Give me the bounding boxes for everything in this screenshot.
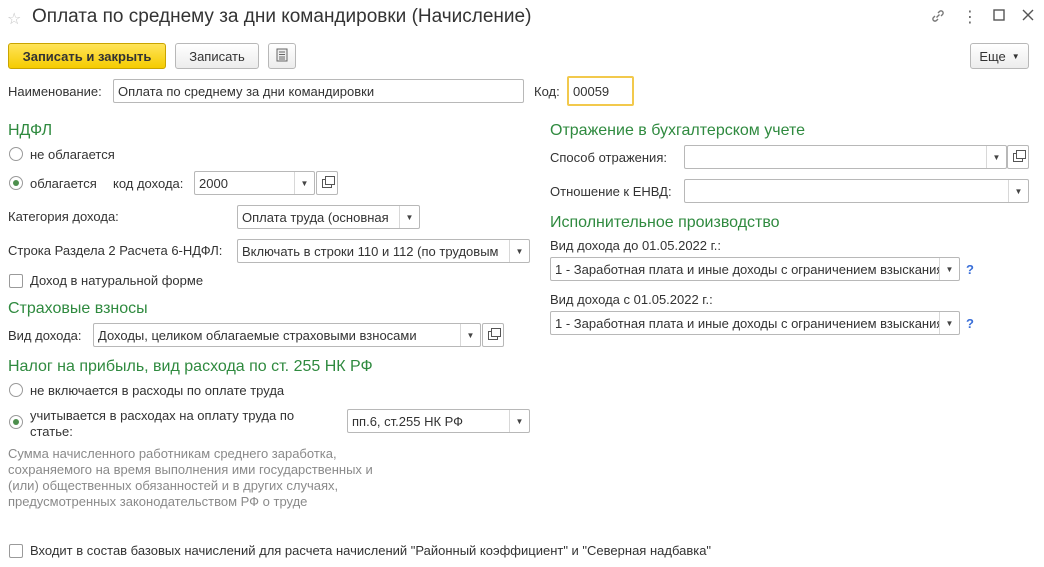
chevron-down-icon[interactable]: ▼ — [509, 240, 529, 262]
ndfl-section-title: НДФЛ — [8, 122, 53, 139]
envd-select[interactable]: ▼ — [684, 179, 1029, 203]
income-code-open-button[interactable] — [316, 171, 338, 195]
chevron-down-icon: ▼ — [1011, 51, 1020, 61]
ndfl-not-taxed-label[interactable]: не облагается — [30, 147, 115, 162]
more-button[interactable]: Еще ▼ — [970, 43, 1029, 69]
income-before-value: 1 - Заработная плата и иные доходы с огр… — [555, 261, 939, 277]
report-row-label: Строка Раздела 2 Расчета 6-НДФЛ: — [8, 243, 223, 258]
not-included-label[interactable]: не включается в расходы по оплате труда — [30, 383, 284, 398]
code-value: 00059 — [573, 83, 610, 99]
insurance-income-type-select[interactable]: Доходы, целиком облагаемые страховыми вз… — [93, 323, 481, 347]
chevron-down-icon[interactable]: ▼ — [986, 146, 1006, 168]
document-list-icon — [276, 48, 288, 65]
included-radio[interactable] — [9, 415, 23, 429]
ndfl-taxed-radio[interactable] — [9, 176, 23, 190]
page-title: Оплата по среднему за дни командировки (… — [32, 6, 532, 27]
natural-income-checkbox[interactable] — [9, 274, 23, 288]
article-description-line: сохраняемого на время выполнения ими гос… — [8, 462, 373, 477]
name-input[interactable]: Оплата по среднему за дни командировки — [113, 79, 524, 103]
ndfl-taxed-label[interactable]: облагается — [30, 176, 97, 191]
name-value: Оплата по среднему за дни командировки — [118, 83, 375, 99]
chevron-down-icon[interactable]: ▼ — [509, 410, 529, 432]
income-category-value: Оплата труда (основная — [242, 209, 389, 225]
chevron-down-icon[interactable]: ▼ — [1008, 180, 1028, 202]
accounting-method-open-button[interactable] — [1007, 145, 1029, 169]
save-and-close-label: Записать и закрыть — [22, 48, 152, 64]
income-code-select[interactable]: 2000 ▼ — [194, 171, 315, 195]
star-icon[interactable]: ☆ — [7, 9, 21, 29]
chevron-down-icon[interactable]: ▼ — [939, 258, 959, 280]
code-label: Код: — [534, 84, 560, 99]
envd-label: Отношение к ЕНВД: — [550, 184, 672, 199]
income-after-label: Вид дохода с 01.05.2022 г.: — [550, 292, 713, 307]
chevron-down-icon[interactable]: ▼ — [399, 206, 419, 228]
accounting-method-select[interactable]: ▼ — [684, 145, 1007, 169]
income-before-label: Вид дохода до 01.05.2022 г.: — [550, 238, 722, 253]
ndfl-not-taxed-radio[interactable] — [9, 147, 23, 161]
report-row-select[interactable]: Включать в строки 110 и 112 (по трудовым… — [237, 239, 530, 263]
base-accrual-checkbox[interactable] — [9, 544, 23, 558]
base-accrual-label[interactable]: Входит в состав базовых начислений для р… — [30, 543, 711, 558]
income-code-label: код дохода: — [113, 176, 184, 191]
income-category-label: Категория дохода: — [8, 209, 119, 224]
save-label: Записать — [189, 48, 245, 64]
chevron-down-icon[interactable]: ▼ — [939, 312, 959, 334]
accounting-section-title: Отражение в бухгалтерском учете — [550, 122, 805, 139]
income-after-select[interactable]: 1 - Заработная плата и иные доходы с огр… — [550, 311, 960, 335]
income-after-value: 1 - Заработная плата и иные доходы с огр… — [555, 315, 939, 331]
article-select[interactable]: пп.6, ст.255 НК РФ ▼ — [347, 409, 530, 433]
more-label: Еще — [979, 48, 1006, 64]
income-category-select[interactable]: Оплата труда (основная ▼ — [237, 205, 420, 229]
enforcement-section-title: Исполнительное производство — [550, 214, 780, 231]
not-included-radio[interactable] — [9, 383, 23, 397]
article-description-line: предусмотренных законодательством РФ о т… — [8, 494, 308, 509]
report-row-value: Включать в строки 110 и 112 (по трудовым — [242, 243, 499, 259]
open-icon — [322, 175, 335, 188]
insurance-open-button[interactable] — [482, 323, 504, 347]
link-icon[interactable] — [928, 8, 948, 27]
more-icon[interactable]: ⋮ — [960, 7, 980, 27]
report-button[interactable] — [268, 43, 296, 69]
maximize-icon[interactable] — [989, 8, 1009, 24]
open-icon — [488, 327, 501, 340]
article-description-line: Сумма начисленного работникам среднего з… — [8, 446, 337, 461]
insurance-income-type-label: Вид дохода: — [8, 328, 82, 343]
chevron-down-icon[interactable]: ▼ — [460, 324, 480, 346]
article-description-line: (или) общественных обязанностей и в друг… — [8, 478, 339, 493]
close-icon[interactable] — [1018, 8, 1038, 24]
income-before-select[interactable]: 1 - Заработная плата и иные доходы с огр… — [550, 257, 960, 281]
code-input[interactable]: 00059 — [567, 76, 634, 106]
included-label-line2[interactable]: статье: — [30, 424, 73, 439]
help-icon[interactable]: ? — [966, 262, 974, 277]
insurance-income-type-value: Доходы, целиком облагаемые страховыми вз… — [98, 327, 417, 343]
name-label: Наименование: — [8, 84, 102, 99]
save-button[interactable]: Записать — [175, 43, 259, 69]
natural-income-label[interactable]: Доход в натуральной форме — [30, 273, 203, 288]
insurance-section-title: Страховые взносы — [8, 300, 148, 317]
help-icon[interactable]: ? — [966, 316, 974, 331]
accounting-method-label: Способ отражения: — [550, 150, 667, 165]
article-value: пп.6, ст.255 НК РФ — [352, 413, 464, 429]
open-icon — [1013, 149, 1026, 162]
article-description: Сумма начисленного работникам среднего з… — [8, 446, 398, 510]
included-label-line1[interactable]: учитывается в расходах на оплату труда п… — [30, 408, 294, 423]
income-code-value: 2000 — [199, 175, 228, 191]
chevron-down-icon[interactable]: ▼ — [294, 172, 314, 194]
save-and-close-button[interactable]: Записать и закрыть — [8, 43, 166, 69]
profit-tax-section-title: Налог на прибыль, вид расхода по ст. 255… — [8, 358, 373, 375]
